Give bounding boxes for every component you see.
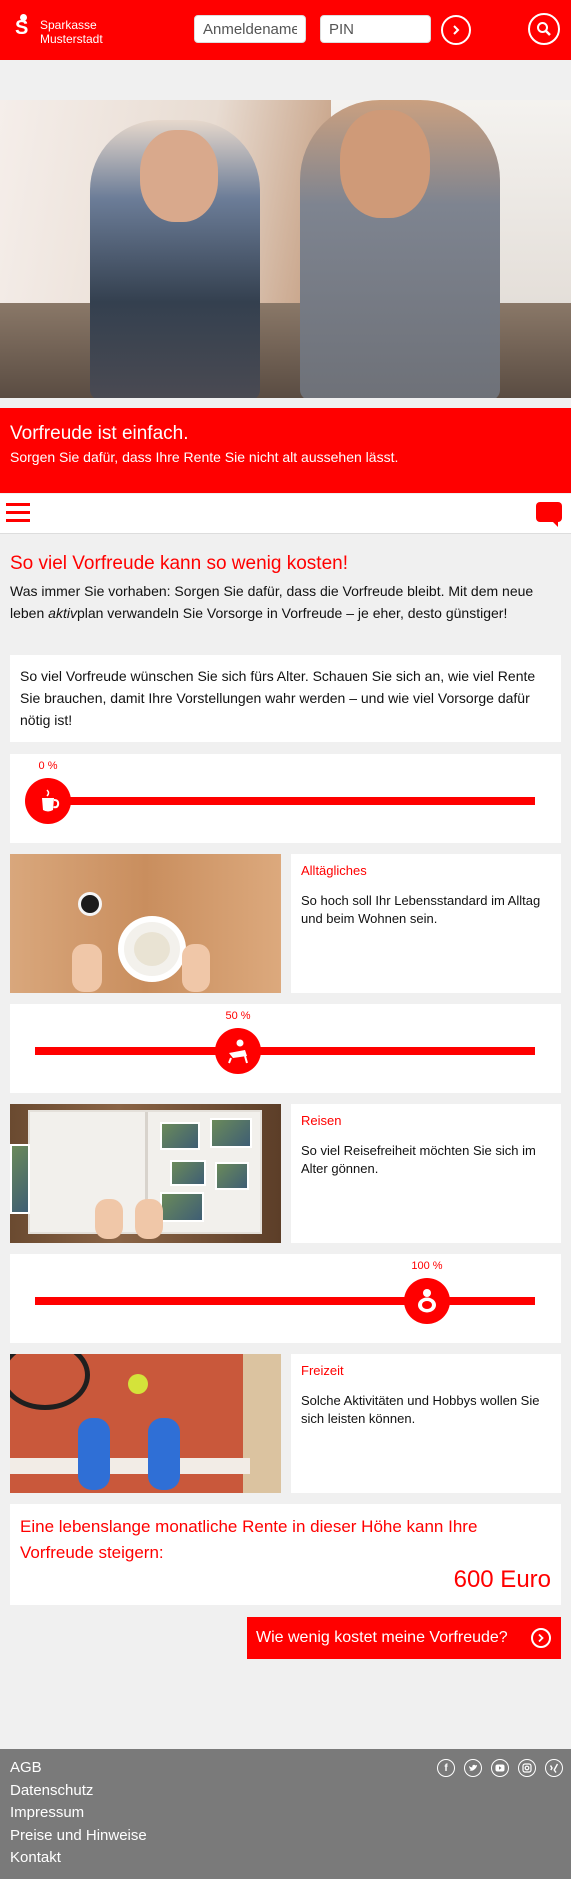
slider-freizeit: 100 %	[10, 1254, 561, 1343]
pin-input[interactable]	[320, 15, 431, 43]
intro-text: Was immer Sie vorhaben: Sorgen Sie dafür…	[10, 583, 534, 621]
banner-title: Vorfreude ist einfach.	[10, 423, 189, 444]
sparkasse-logo[interactable]: S Sparkasse Musterstadt	[14, 14, 103, 46]
footer: AGB Datenschutz Impressum Preise und Hin…	[0, 1749, 571, 1879]
login-name-input[interactable]	[194, 15, 306, 43]
result-card: Eine lebenslange monatliche Rente in die…	[10, 1504, 561, 1605]
intro-title: So viel Vorfreude kann so wenig kosten!	[10, 553, 348, 574]
search-button[interactable]	[528, 13, 560, 45]
slider-percent-label: 50 %	[225, 1010, 251, 1022]
category-text: Solche Aktivitäten und Hobbys wollen Sie…	[301, 1393, 540, 1426]
slider-percent-label: 100 %	[411, 1260, 443, 1272]
slider-knob[interactable]	[25, 778, 71, 824]
youtube-icon[interactable]	[491, 1759, 509, 1777]
chat-icon[interactable]	[536, 502, 562, 527]
login-submit-button[interactable]	[441, 15, 471, 45]
sparkasse-s-icon: S	[14, 14, 32, 38]
facebook-icon[interactable]: f	[437, 1759, 455, 1777]
instagram-icon[interactable]	[518, 1759, 536, 1777]
category-title: Freizeit	[301, 1363, 344, 1378]
footer-link-impressum[interactable]: Impressum	[10, 1802, 147, 1825]
result-question: Eine lebenslange monatliche Rente in die…	[20, 1517, 478, 1562]
slider-knob[interactable]	[215, 1028, 261, 1074]
chevron-right-icon	[453, 25, 460, 35]
logo-line2: Musterstadt	[40, 32, 103, 46]
category-card-alltaegliches: Alltägliches So hoch soll Ihr Lebensstan…	[291, 854, 561, 993]
twitter-icon[interactable]	[464, 1759, 482, 1777]
navigation-bar	[0, 494, 571, 534]
footer-link-kontakt[interactable]: Kontakt	[10, 1847, 147, 1870]
xing-icon[interactable]	[545, 1759, 563, 1777]
info-card: So viel Vorfreude wünschen Sie sich fürs…	[10, 655, 561, 742]
breakfast-image	[10, 854, 281, 993]
slider-reisen: 50 %	[10, 1004, 561, 1093]
category-text: So viel Reisefreiheit möchten Sie sich i…	[301, 1143, 536, 1176]
category-title: Reisen	[301, 1113, 342, 1128]
category-title: Alltägliches	[301, 863, 367, 878]
top-bar: S Sparkasse Musterstadt	[0, 0, 571, 60]
coffee-cup-icon	[42, 789, 60, 812]
slider-track[interactable]	[35, 1047, 535, 1055]
social-links: f	[437, 1759, 563, 1777]
beach-chair-icon	[228, 1039, 248, 1064]
slider-percent-label: 0 %	[38, 760, 58, 772]
chevron-right-icon	[531, 1628, 551, 1648]
footer-links: AGB Datenschutz Impressum Preise und Hin…	[10, 1757, 147, 1870]
hero-image	[0, 100, 571, 398]
footer-link-datenschutz[interactable]: Datenschutz	[10, 1780, 147, 1803]
slider-track[interactable]	[35, 1297, 535, 1305]
category-card-reisen: Reisen So viel Reisefreiheit möchten Sie…	[291, 1104, 561, 1243]
footer-link-preise[interactable]: Preise und Hinweise	[10, 1825, 147, 1848]
logo-line1: Sparkasse	[40, 18, 97, 32]
tennis-court-image	[10, 1354, 281, 1493]
hamburger-menu-icon[interactable]	[6, 503, 30, 523]
tennis-player-icon	[418, 1289, 436, 1313]
cta-label: Wie wenig kostet meine Vorfreude?	[256, 1629, 508, 1646]
category-text: So hoch soll Ihr Lebensstandard im Allta…	[301, 893, 541, 926]
category-card-freizeit: Freizeit Solche Aktivitäten und Hobbys w…	[291, 1354, 561, 1493]
search-icon	[537, 22, 551, 36]
slider-alltaegliches: 0 %	[10, 754, 561, 843]
info-card-text: So viel Vorfreude wünschen Sie sich fürs…	[20, 668, 536, 728]
footer-link-agb[interactable]: AGB	[10, 1757, 147, 1780]
slider-knob[interactable]	[404, 1278, 450, 1324]
hero-banner: Vorfreude ist einfach. Sorgen Sie dafür,…	[0, 408, 571, 493]
aktiv-emphasis: aktiv	[48, 605, 77, 621]
calculate-cost-button[interactable]: Wie wenig kostet meine Vorfreude?	[247, 1617, 561, 1659]
banner-subtitle: Sorgen Sie dafür, dass Ihre Rente Sie ni…	[10, 449, 399, 465]
slider-track[interactable]	[35, 797, 535, 805]
photo-album-image	[10, 1104, 281, 1243]
pension-amount: 600 Euro	[453, 1566, 551, 1593]
